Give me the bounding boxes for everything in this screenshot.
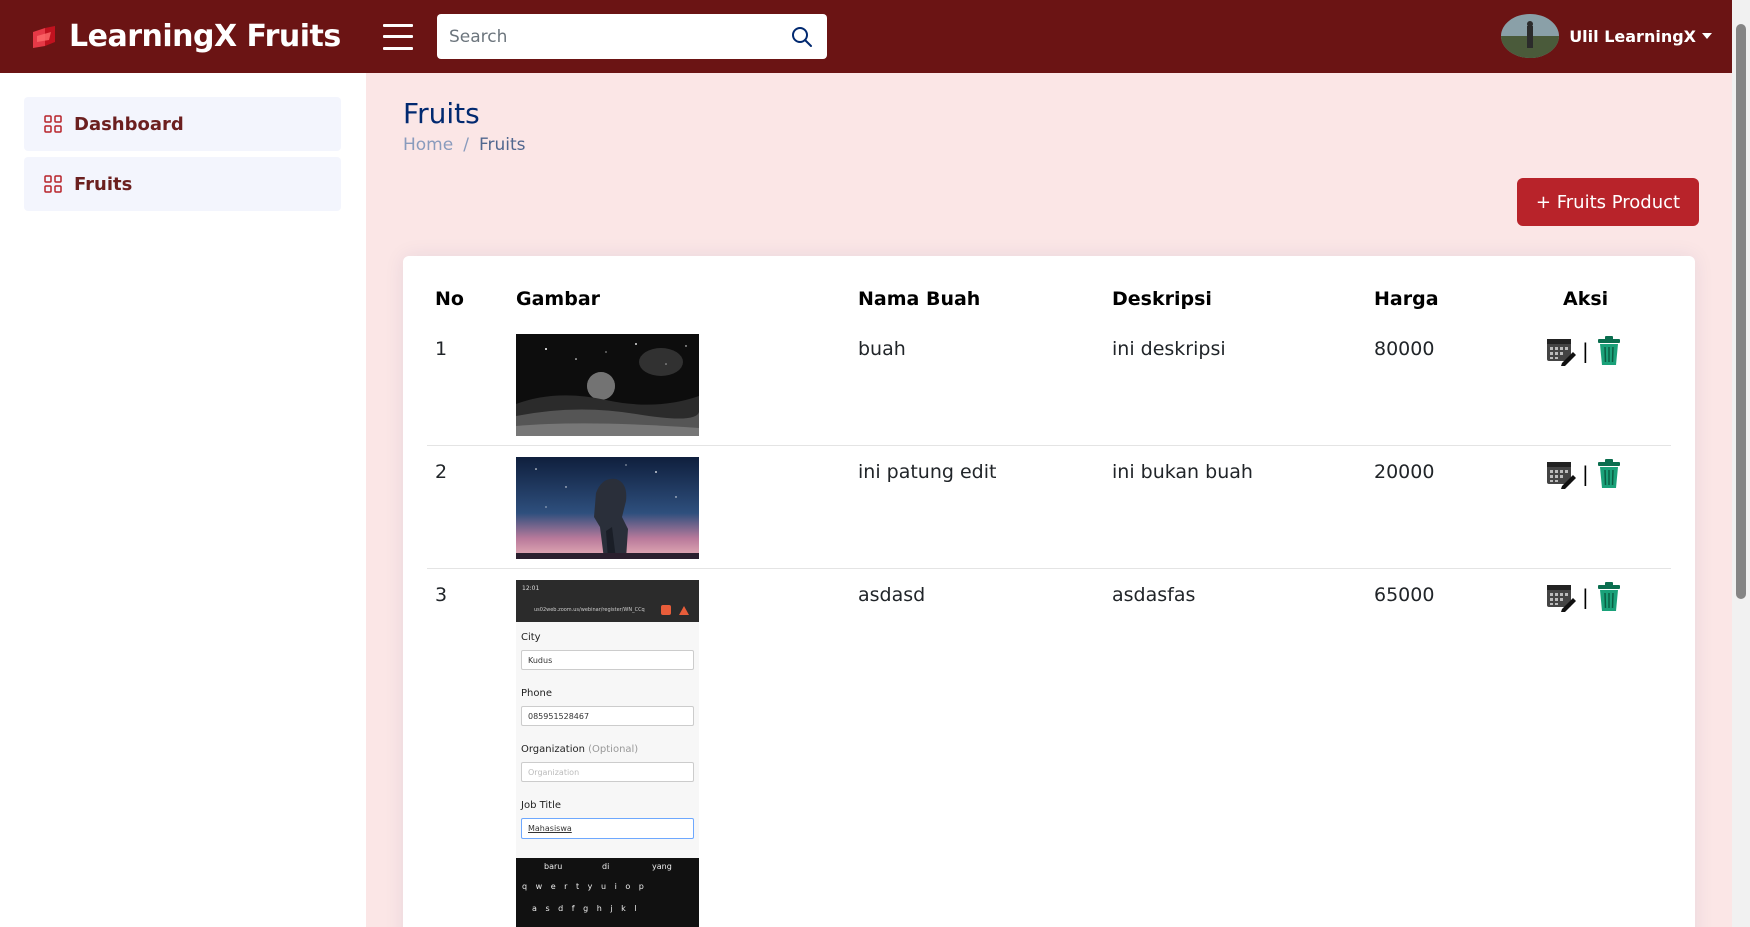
- menu-toggle-icon[interactable]: [383, 23, 413, 50]
- table-row-2-actions: |: [1546, 459, 1623, 489]
- breadcrumb-separator: /: [463, 135, 469, 155]
- warning-icon: [679, 606, 689, 615]
- table-row-3-no: 3: [435, 584, 448, 606]
- brand[interactable]: LearningX Fruits: [31, 19, 371, 54]
- column-header-no: No: [435, 288, 464, 310]
- brave-icon: [661, 605, 671, 615]
- organization-optional: (Optional): [588, 744, 639, 755]
- user-name: Ulil LearningX: [1569, 26, 1696, 46]
- table-row-2-name: ini patung edit: [858, 461, 997, 483]
- brand-logo-icon: [33, 25, 55, 48]
- sidebar-item-label: Fruits: [74, 173, 133, 195]
- table-row-2-no: 2: [435, 461, 448, 483]
- moai-statue-image: [516, 457, 699, 559]
- city-value: Kudus: [528, 656, 553, 665]
- search-icon[interactable]: [789, 24, 815, 50]
- organization-label: Organization: [521, 744, 585, 755]
- table-row-3-actions: |: [1546, 582, 1623, 612]
- main-content: Fruits Home / Fruits + Fruits Product No…: [366, 73, 1732, 927]
- phone-value: 085951528467: [528, 712, 590, 721]
- breadcrumb-current: Fruits: [478, 135, 526, 155]
- edit-icon[interactable]: [1546, 582, 1576, 612]
- column-header-image: Gambar: [516, 288, 601, 310]
- action-separator: |: [1582, 585, 1589, 609]
- suggestion-1: baru: [544, 862, 563, 871]
- add-fruits-product-button[interactable]: + Fruits Product: [1517, 178, 1699, 226]
- browser-url: us02web.zoom.us/webinar/register/WN_CCq: [534, 607, 645, 613]
- table-row-3-price: 65000: [1374, 584, 1435, 606]
- avatar: [1501, 14, 1560, 58]
- trash-icon[interactable]: [1595, 336, 1623, 366]
- organization-placeholder: Organization: [528, 768, 580, 777]
- top-navbar: LearningX Fruits Ulil LearningX: [0, 0, 1732, 73]
- column-header-action: Aksi: [1563, 288, 1609, 310]
- table-row-3-description: asdasfas: [1112, 584, 1196, 606]
- fruits-table-card: No Gambar Nama Buah Deskripsi Harga Aksi…: [403, 256, 1695, 927]
- suggestion-2: di: [602, 862, 610, 871]
- phone-label: Phone: [521, 688, 552, 699]
- edit-icon[interactable]: [1546, 459, 1576, 489]
- sidebar-item-dashboard[interactable]: Dashboard: [24, 97, 341, 151]
- scrollbar-thumb[interactable]: [1736, 24, 1746, 599]
- job-title-value: Mahasiswa: [528, 824, 572, 833]
- breadcrumb: Home / Fruits: [403, 135, 526, 155]
- city-field: Kudus: [521, 650, 694, 670]
- page-scrollbar[interactable]: [1732, 0, 1750, 927]
- user-profile-dropdown[interactable]: Ulil LearningX: [1501, 14, 1712, 58]
- trash-icon[interactable]: [1595, 582, 1623, 612]
- brand-name: LearningX Fruits: [69, 19, 341, 54]
- phone-keyboard: baru di yang q w e r t y u i o p a s d f…: [516, 858, 699, 927]
- search-bar: [437, 14, 827, 59]
- column-header-price: Harga: [1374, 288, 1439, 310]
- suggestion-3: yang: [652, 862, 672, 871]
- breadcrumb-home-link[interactable]: Home: [403, 135, 453, 155]
- page-title: Fruits: [403, 97, 480, 130]
- edit-icon[interactable]: [1546, 336, 1576, 366]
- sidebar-item-fruits[interactable]: Fruits: [24, 157, 341, 211]
- job-title-label: Job Title: [521, 800, 562, 811]
- phone-status-bar: 12:01 us02web.zoom.us/webinar/register/W…: [516, 580, 699, 622]
- column-header-description: Deskripsi: [1112, 288, 1212, 310]
- trash-icon[interactable]: [1595, 459, 1623, 489]
- table-row-3-name: asdasd: [858, 584, 926, 606]
- table-row-1-price: 80000: [1374, 338, 1435, 360]
- column-header-name: Nama Buah: [858, 288, 981, 310]
- phone-field: 085951528467: [521, 706, 694, 726]
- status-time: 12:01: [522, 585, 540, 592]
- organization-label-row: Organization (Optional): [521, 744, 638, 755]
- organization-field: Organization: [521, 762, 694, 782]
- phone-form: City Kudus Phone 085951528467 Organizati…: [516, 622, 699, 858]
- chevron-down-icon: [1702, 33, 1712, 39]
- row-divider: [427, 568, 1671, 569]
- city-label: City: [521, 632, 541, 643]
- table-row-2-description: ini bukan buah: [1112, 461, 1253, 483]
- grid-icon: [44, 115, 62, 133]
- table-row-1-description: ini deskripsi: [1112, 338, 1226, 360]
- table-row-1-name: buah: [858, 338, 906, 360]
- row-divider: [427, 445, 1671, 446]
- job-title-field: Mahasiswa: [521, 818, 694, 839]
- table-row-1-actions: |: [1546, 336, 1623, 366]
- search-input[interactable]: [449, 26, 789, 47]
- keyboard-row-1: q w e r t y u i o p: [522, 882, 644, 891]
- table-row-2-price: 20000: [1374, 461, 1435, 483]
- action-separator: |: [1582, 339, 1589, 363]
- keyboard-row-2: a s d f g h j k l: [532, 904, 637, 913]
- phone-form-screenshot: 12:01 us02web.zoom.us/webinar/register/W…: [516, 580, 699, 927]
- sidebar-item-label: Dashboard: [74, 113, 184, 135]
- action-separator: |: [1582, 462, 1589, 486]
- grid-icon: [44, 175, 62, 193]
- table-row-1-no: 1: [435, 338, 448, 360]
- sidebar: Dashboard Fruits: [0, 73, 366, 927]
- moon-space-image: [516, 334, 699, 436]
